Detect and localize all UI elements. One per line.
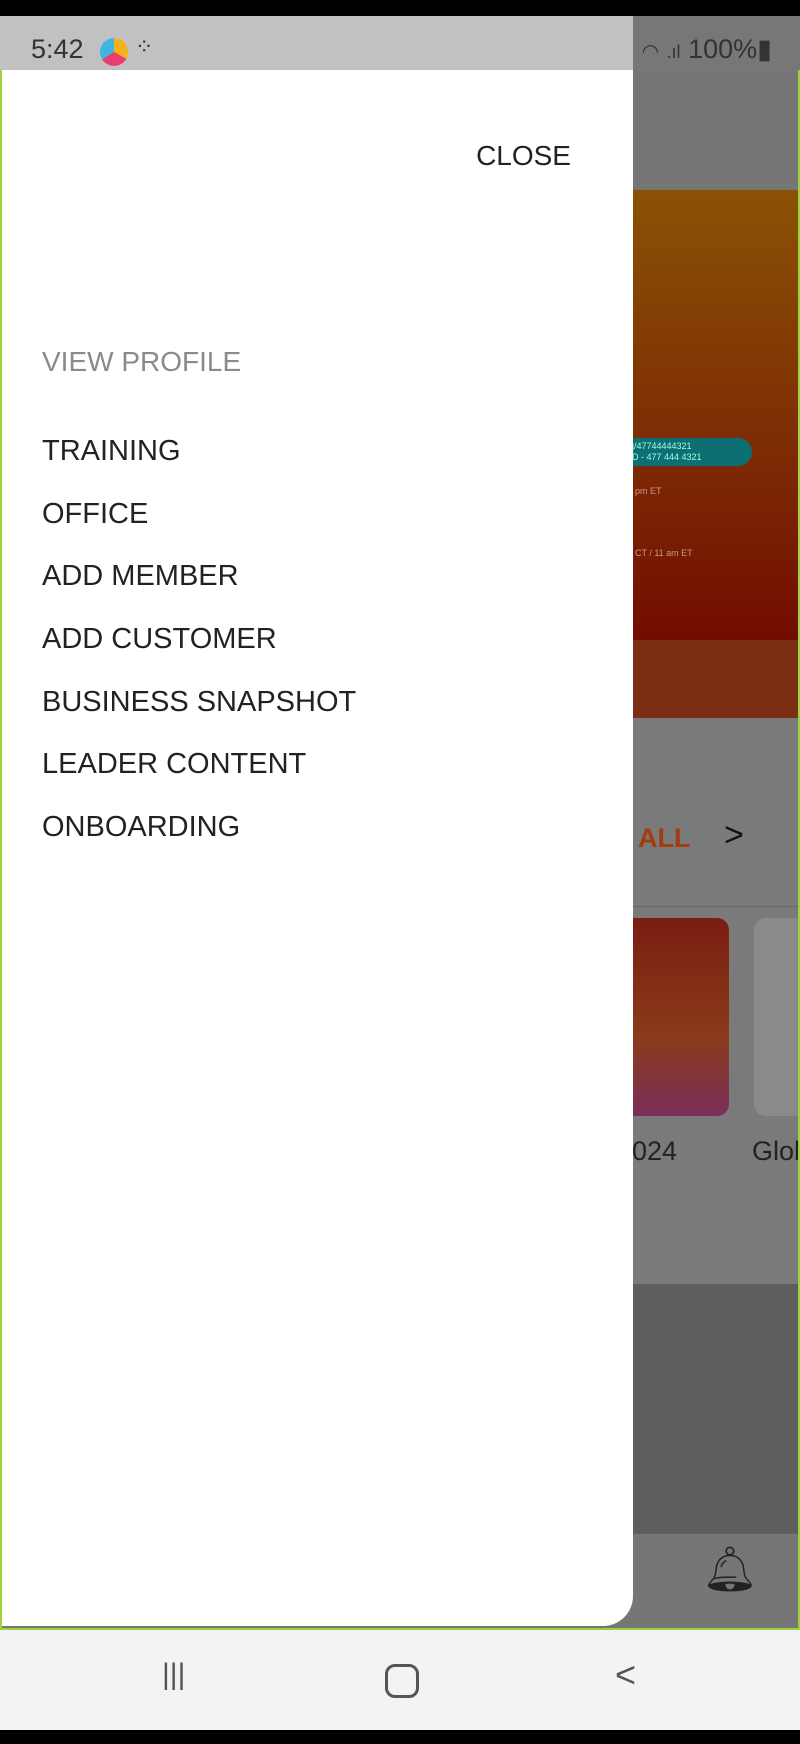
pill-text: j/47744444321 bbox=[632, 441, 692, 451]
download-icon: ⁘ bbox=[135, 34, 154, 59]
banner-text: CT / 11 am ET bbox=[635, 548, 693, 558]
home-icon[interactable] bbox=[385, 1664, 419, 1698]
menu-item-onboarding[interactable]: ONBOARDING bbox=[42, 812, 356, 875]
menu-item-office[interactable]: OFFICE bbox=[42, 499, 356, 562]
navigation-drawer: CLOSE VIEW PROFILE TRAINING OFFICE ADD M… bbox=[2, 70, 633, 1626]
menu-item-leader-content[interactable]: LEADER CONTENT bbox=[42, 749, 356, 812]
pill-text: D - 477 444 4321 bbox=[632, 452, 702, 462]
bell-icon[interactable]: 🔔︎ bbox=[702, 1543, 758, 1595]
close-button[interactable]: CLOSE bbox=[476, 140, 571, 172]
menu-item-add-member[interactable]: ADD MEMBER bbox=[42, 561, 356, 624]
battery-level: 100% bbox=[688, 34, 758, 64]
chevron-right-icon[interactable]: > bbox=[724, 816, 744, 855]
see-all-link[interactable]: ALL bbox=[638, 823, 690, 854]
system-nav-bar: ||| < bbox=[0, 1630, 800, 1730]
drawer-menu: TRAINING OFFICE ADD MEMBER ADD CUSTOMER … bbox=[42, 436, 356, 875]
banner-text: pm ET bbox=[635, 486, 662, 496]
menu-item-business-snapshot[interactable]: BUSINESS SNAPSHOT bbox=[42, 687, 356, 750]
menu-item-training[interactable]: TRAINING bbox=[42, 436, 356, 499]
app-icon bbox=[100, 38, 128, 66]
wifi-icon: ◠ bbox=[641, 41, 660, 63]
menu-item-add-customer[interactable]: ADD CUSTOMER bbox=[42, 624, 356, 687]
battery-icon: ▮ bbox=[757, 34, 772, 64]
recent-apps-icon[interactable]: ||| bbox=[162, 1658, 185, 1692]
card-caption: 024 bbox=[632, 1136, 678, 1166]
back-icon[interactable]: < bbox=[615, 1654, 636, 1696]
status-time: 5:42 bbox=[31, 34, 84, 64]
content-card[interactable] bbox=[754, 918, 798, 1116]
view-profile-link[interactable]: VIEW PROFILE bbox=[42, 346, 241, 378]
signal-icon: .ıl bbox=[666, 42, 681, 62]
status-right: ◠ .ıl 100%▮ bbox=[642, 34, 772, 65]
card-caption: Glol bbox=[752, 1136, 800, 1166]
